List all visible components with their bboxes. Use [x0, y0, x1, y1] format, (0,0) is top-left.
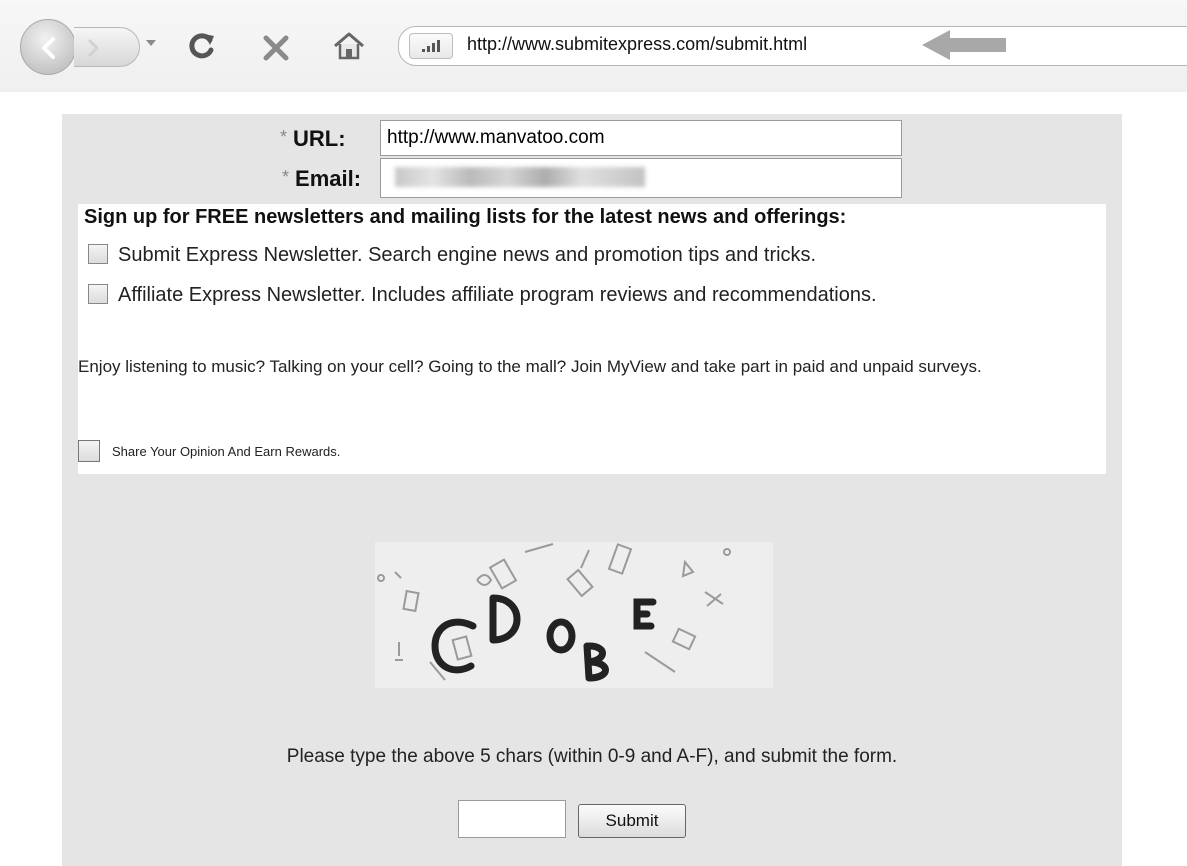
email-field-label: * Email:	[282, 166, 361, 192]
captcha-instruction: Please type the above 5 chars (within 0-…	[286, 746, 898, 767]
newsletter-section: Sign up for FREE newsletters and mailing…	[78, 204, 1106, 474]
stop-icon[interactable]	[262, 34, 290, 62]
url-input[interactable]	[380, 120, 902, 156]
share-opinion-checkbox[interactable]	[78, 440, 100, 462]
captcha-input[interactable]	[458, 800, 566, 838]
newsletter-heading: Sign up for FREE newsletters and mailing…	[84, 206, 847, 228]
submit-button[interactable]: Submit	[578, 804, 686, 838]
site-identity-icon	[422, 40, 440, 52]
forward-arrow-icon	[88, 39, 99, 57]
email-input[interactable]	[380, 158, 902, 198]
address-bar[interactable]: http://www.submitexpress.com/submit.html	[398, 26, 1187, 66]
url-field-label: * URL:	[280, 126, 346, 152]
newsletter-option-label: Affiliate Express Newsletter. Includes a…	[118, 284, 877, 306]
forward-button[interactable]	[74, 27, 140, 67]
reload-icon[interactable]	[186, 30, 218, 62]
submit-form-panel: *URL: *Email: Sign up for FREE newslette…	[62, 114, 1122, 866]
newsletter-option-label: Submit Express Newsletter. Search engine…	[118, 244, 817, 266]
back-arrow-icon	[42, 37, 55, 59]
back-button[interactable]	[20, 19, 76, 75]
captcha-image	[375, 542, 773, 688]
required-mark: *	[280, 127, 288, 147]
browser-toolbar: http://www.submitexpress.com/submit.html	[0, 0, 1187, 92]
newsletter-checkbox[interactable]	[88, 284, 108, 304]
email-redaction	[395, 167, 645, 187]
newsletter-option-submit-express[interactable]: Submit Express Newsletter. Search engine…	[88, 244, 816, 267]
newsletter-option-affiliate-express[interactable]: Affiliate Express Newsletter. Includes a…	[88, 284, 877, 307]
url-label-text: URL:	[293, 126, 346, 151]
survey-promo-text: Enjoy listening to music? Talking on you…	[78, 357, 982, 376]
annotation-arrow-icon	[922, 30, 1006, 60]
newsletter-checkbox[interactable]	[88, 244, 108, 264]
email-label-text: Email:	[295, 166, 362, 191]
share-opinion-option[interactable]: Share Your Opinion And Earn Rewards.	[78, 440, 340, 462]
share-opinion-label: Share Your Opinion And Earn Rewards.	[112, 444, 341, 459]
home-icon[interactable]	[332, 30, 366, 62]
site-identity-button[interactable]	[409, 33, 453, 59]
address-url-text: http://www.submitexpress.com/submit.html	[467, 34, 808, 54]
history-dropdown-icon[interactable]	[145, 38, 157, 48]
required-mark: *	[282, 167, 290, 187]
